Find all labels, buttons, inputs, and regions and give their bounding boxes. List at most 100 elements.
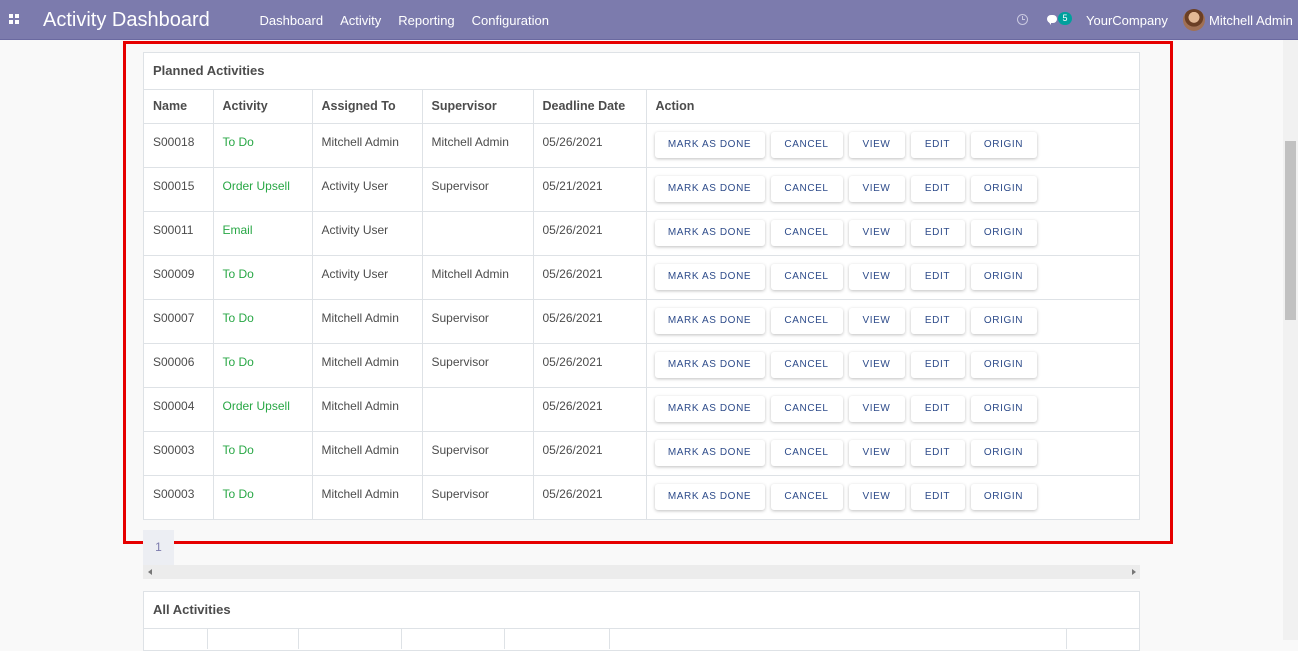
cell-name: S00003: [144, 475, 214, 520]
view-button[interactable]: VIEW: [848, 352, 905, 378]
edit-button[interactable]: EDIT: [910, 220, 965, 246]
cell-name: S00015: [144, 167, 214, 212]
origin-button[interactable]: ORIGIN: [970, 220, 1037, 246]
view-button[interactable]: VIEW: [848, 440, 905, 466]
view-button[interactable]: VIEW: [848, 264, 905, 290]
cell-actions: MARK AS DONE CANCEL VIEW EDIT ORIGIN: [646, 167, 1139, 212]
cell-activity: To Do: [213, 255, 313, 300]
cell-deadline-date: 05/26/2021: [533, 211, 647, 256]
all-activities-table-header: [144, 629, 1139, 649]
cell-supervisor: [422, 211, 534, 256]
cell-activity: To Do: [213, 343, 313, 388]
view-button[interactable]: VIEW: [848, 396, 905, 422]
origin-button[interactable]: ORIGIN: [970, 132, 1037, 158]
cell-activity: To Do: [213, 299, 313, 344]
cancel-button[interactable]: CANCEL: [770, 484, 843, 510]
menu-item-configuration[interactable]: Configuration: [463, 0, 557, 40]
column-header-activity: Activity: [213, 90, 313, 124]
cell-actions: MARK AS DONE CANCEL VIEW EDIT ORIGIN: [646, 343, 1139, 388]
cell-activity: To Do: [213, 431, 313, 476]
view-button[interactable]: VIEW: [848, 308, 905, 334]
cell-deadline-date: 05/26/2021: [533, 123, 647, 168]
table-row: S00003 To Do Mitchell Admin Supervisor 05/26…: [144, 431, 1139, 476]
cancel-button[interactable]: CANCEL: [770, 352, 843, 378]
mark-as-done-button[interactable]: MARK AS DONE: [654, 176, 765, 202]
scroll-left-arrow-icon[interactable]: [148, 569, 152, 575]
apps-menu-icon[interactable]: [9, 14, 20, 25]
edit-button[interactable]: EDIT: [910, 132, 965, 158]
column-header-deadline-date: Deadline Date: [533, 90, 647, 124]
cancel-button[interactable]: CANCEL: [770, 396, 843, 422]
cell-name: S00007: [144, 299, 214, 344]
cell-name: S00004: [144, 387, 214, 432]
view-button[interactable]: VIEW: [848, 220, 905, 246]
company-switcher[interactable]: YourCompany: [1086, 13, 1168, 28]
mark-as-done-button[interactable]: MARK AS DONE: [654, 220, 765, 246]
user-menu[interactable]: Mitchell Admin: [1209, 13, 1293, 28]
edit-button[interactable]: EDIT: [910, 308, 965, 334]
origin-button[interactable]: ORIGIN: [970, 484, 1037, 510]
cell-actions: MARK AS DONE CANCEL VIEW EDIT ORIGIN: [646, 431, 1139, 476]
cell-actions: MARK AS DONE CANCEL VIEW EDIT ORIGIN: [646, 476, 1139, 520]
planned-activities-table: Name Activity Assigned To Supervisor Dea…: [144, 90, 1139, 520]
cell-supervisor: Supervisor: [422, 167, 534, 212]
cell-assigned-to: Activity User: [312, 255, 423, 300]
view-button[interactable]: VIEW: [848, 484, 905, 510]
table-row: S00003 To Do Mitchell Admin Supervisor 05/26…: [144, 475, 1139, 520]
cancel-button[interactable]: CANCEL: [770, 264, 843, 290]
origin-button[interactable]: ORIGIN: [970, 396, 1037, 422]
cell-activity: Order Upsell: [213, 167, 313, 212]
edit-button[interactable]: EDIT: [910, 264, 965, 290]
cell-supervisor: Supervisor: [422, 475, 534, 520]
mark-as-done-button[interactable]: MARK AS DONE: [654, 132, 765, 158]
edit-button[interactable]: EDIT: [910, 440, 965, 466]
cancel-button[interactable]: CANCEL: [770, 308, 843, 334]
mark-as-done-button[interactable]: MARK AS DONE: [654, 352, 765, 378]
edit-button[interactable]: EDIT: [910, 396, 965, 422]
cell-activity: Email: [213, 211, 313, 256]
origin-button[interactable]: ORIGIN: [970, 308, 1037, 334]
origin-button[interactable]: ORIGIN: [970, 440, 1037, 466]
page-scrollbar-thumb[interactable]: [1285, 141, 1296, 320]
mark-as-done-button[interactable]: MARK AS DONE: [654, 484, 765, 510]
column-header-name: Name: [144, 90, 214, 124]
scroll-right-arrow-icon[interactable]: [1132, 569, 1136, 575]
cell-deadline-date: 05/26/2021: [533, 387, 647, 432]
origin-button[interactable]: ORIGIN: [970, 176, 1037, 202]
cell-supervisor: Supervisor: [422, 431, 534, 476]
cell-actions: MARK AS DONE CANCEL VIEW EDIT ORIGIN: [646, 255, 1139, 300]
mark-as-done-button[interactable]: MARK AS DONE: [654, 440, 765, 466]
cell-deadline-date: 05/26/2021: [533, 255, 647, 300]
cancel-button[interactable]: CANCEL: [770, 132, 843, 158]
page-scrollbar-track[interactable]: [1283, 40, 1298, 640]
pager-page-1[interactable]: 1: [143, 530, 174, 565]
cancel-button[interactable]: CANCEL: [770, 440, 843, 466]
cell-deadline-date: 05/26/2021: [533, 343, 647, 388]
planned-activities-rows: S00018 To Do Mitchell Admin Mitchell Admin 0…: [144, 123, 1139, 520]
cancel-button[interactable]: CANCEL: [770, 220, 843, 246]
cell-name: S00003: [144, 431, 214, 476]
edit-button[interactable]: EDIT: [910, 352, 965, 378]
cell-supervisor: Supervisor: [422, 343, 534, 388]
edit-button[interactable]: EDIT: [910, 176, 965, 202]
mark-as-done-button[interactable]: MARK AS DONE: [654, 264, 765, 290]
horizontal-scrollbar[interactable]: [143, 565, 1140, 579]
origin-button[interactable]: ORIGIN: [970, 352, 1037, 378]
activities-clock-icon[interactable]: [1017, 14, 1028, 25]
cell-assigned-to: Mitchell Admin: [312, 123, 423, 168]
menu-item-reporting[interactable]: Reporting: [390, 0, 463, 40]
edit-button[interactable]: EDIT: [910, 484, 965, 510]
user-avatar[interactable]: [1183, 9, 1205, 31]
column-header-assigned-to: Assigned To: [312, 90, 423, 124]
mark-as-done-button[interactable]: MARK AS DONE: [654, 308, 765, 334]
cancel-button[interactable]: CANCEL: [770, 176, 843, 202]
menu-item-activity[interactable]: Activity: [332, 0, 390, 40]
view-button[interactable]: VIEW: [848, 176, 905, 202]
mark-as-done-button[interactable]: MARK AS DONE: [654, 396, 765, 422]
origin-button[interactable]: ORIGIN: [970, 264, 1037, 290]
cell-supervisor: Mitchell Admin: [422, 255, 534, 300]
view-button[interactable]: VIEW: [848, 132, 905, 158]
table-row: S00007 To Do Mitchell Admin Supervisor 05/26…: [144, 299, 1139, 344]
cell-activity: To Do: [213, 475, 313, 520]
menu-item-dashboard[interactable]: Dashboard: [251, 0, 332, 40]
